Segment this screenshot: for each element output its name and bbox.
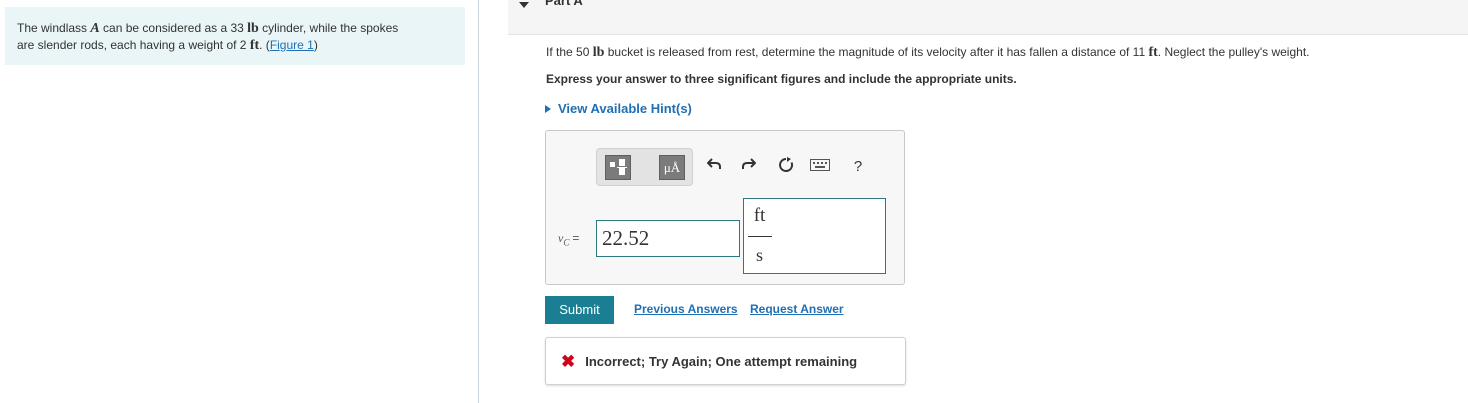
math-toolbar: μÅ ? [596,148,862,186]
question-text: If the 50 lb bucket is released from res… [546,45,1310,61]
question-segment: bucket is released from rest, determine … [604,45,1149,59]
problem-line-1: The windlass A can be considered as a 33… [17,20,453,37]
symbol-a: A [90,21,100,36]
part-title: Part A [545,0,583,8]
unit-lb: lb [592,45,605,60]
hints-label: View Available Hint(s) [558,101,692,116]
expand-triangle-icon [545,104,551,113]
redo-icon[interactable] [739,157,759,177]
feedback-text: Incorrect; Try Again; One attempt remain… [585,353,858,369]
unit-lb: lb [247,21,259,36]
problem-text: The windlass [17,21,91,35]
undo-icon[interactable] [704,157,724,177]
problem-text: ) [313,38,318,52]
template-tool-group: μÅ [596,148,693,186]
incorrect-x-icon: ✖ [561,351,576,371]
fraction-bar [748,236,772,237]
problem-line-2: are slender rods, each having a weight o… [17,37,453,54]
unit-ft: ft [249,38,260,53]
templates-button[interactable] [605,155,631,180]
problem-text: are slender rods, each having a weight o… [17,38,250,52]
unit-ft: ft [1148,45,1158,60]
reset-icon[interactable] [776,157,796,177]
unit-denominator: s [755,245,763,265]
answer-box: μÅ ? vC = 22.52 ft s [545,130,905,285]
units-button[interactable]: μÅ [659,155,685,180]
figure-link[interactable]: Figure 1 [270,38,314,52]
variable-subscript: C [563,237,570,248]
collapse-caret-icon[interactable] [519,2,529,8]
problem-text: can be considered as a 33 [99,21,248,35]
question-segment: If the 50 [546,45,593,59]
part-header[interactable]: Part A [508,0,1468,35]
problem-text: . ( [259,38,270,52]
keyboard-icon[interactable] [810,157,830,177]
feedback-message: ✖ Incorrect; Try Again; One attempt rema… [545,337,906,385]
submit-button[interactable]: Submit [545,296,614,324]
problem-statement: The windlass A can be considered as a 33… [5,7,465,65]
previous-answers-link[interactable]: Previous Answers [634,302,738,316]
unit-numerator: ft [753,205,766,226]
instruction-text: Express your answer to three significant… [546,72,1017,86]
view-hints-link[interactable]: View Available Hint(s) [545,101,692,116]
request-answer-link[interactable]: Request Answer [750,302,844,316]
question-segment: . Neglect the pulley's weight. [1157,45,1310,59]
help-icon[interactable]: ? [848,157,868,177]
problem-text: cylinder, while the spokes [258,21,399,35]
answer-value-input[interactable]: 22.52 [596,220,740,257]
answer-variable-label: vC = [558,231,579,247]
templates-icon [610,159,627,175]
column-divider [478,0,479,403]
equals-sign: = [572,231,580,245]
answer-units-input[interactable]: ft s [743,198,886,274]
